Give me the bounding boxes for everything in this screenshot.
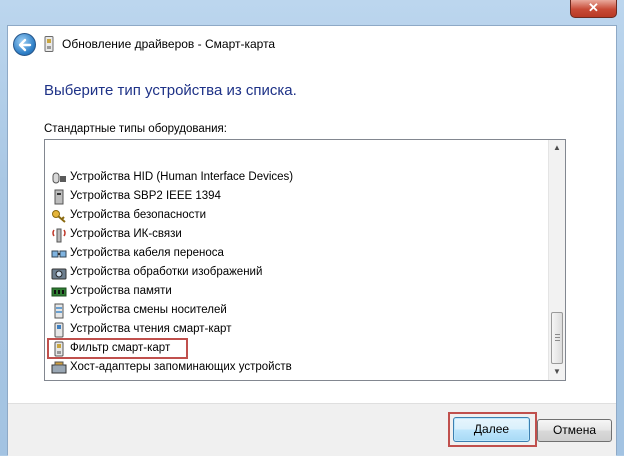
camera-icon [51, 268, 67, 280]
list-item-label: Устройства ИК-связи [70, 228, 182, 240]
list-item-label: Устройства чтения смарт-карт [70, 323, 232, 335]
smartcard-device-icon [44, 36, 54, 52]
list-item[interactable]: Фильтр смарт-карт [47, 338, 188, 359]
list-item-label: Устройства обработки изображений [70, 266, 263, 278]
media-changer-icon [54, 303, 64, 319]
wizard-header: Обновление драйверов - Смарт-карта [8, 26, 616, 62]
list-item-label: Устройства HID (Human Interface Devices) [70, 171, 294, 183]
list-item-label: Хост-адаптеры запоминающих устройств [70, 361, 292, 373]
infrared-icon [52, 228, 66, 243]
list-item-label: Устройства памяти [70, 285, 172, 297]
list-item-label: Фильтр смарт-карт [70, 342, 171, 354]
next-button[interactable]: Далее [453, 417, 530, 442]
list-item-label: Хост-контроллеры шины IEEE 1394 [70, 380, 261, 381]
scroll-down-button[interactable]: ▼ [549, 364, 565, 380]
list-item-label: Устройства безопасности [70, 209, 207, 221]
device-types-label: Стандартные типы оборудования: [44, 123, 227, 135]
list-item[interactable]: Устройства безопасности [48, 206, 545, 225]
sbp2-device-icon [54, 189, 64, 205]
list-item[interactable]: Устройства кабеля переноса [48, 244, 545, 263]
list-item[interactable]: Устройства SBP2 IEEE 1394 [48, 187, 545, 206]
list-item-label: Устройства кабеля переноса [70, 247, 224, 259]
smartcard-filter-icon [54, 341, 64, 357]
list-item[interactable]: Устройства HID (Human Interface Devices) [48, 168, 545, 187]
list-item[interactable]: Устройства обработки изображений [48, 263, 545, 282]
ieee1394-controller-icon [51, 379, 67, 381]
list-item[interactable]: Хост-адаптеры запоминающих устройств [48, 358, 545, 377]
scroll-up-button[interactable]: ▲ [549, 140, 565, 156]
list-item[interactable]: Устройства смены носителей [48, 301, 545, 320]
device-types-list[interactable]: Устройства HID (Human Interface Devices)… [44, 139, 566, 381]
list-item[interactable]: Устройства памяти [48, 282, 545, 301]
window-frame: ✕ Обновление драйверов - Смарт-карта Выб… [0, 0, 624, 456]
security-key-icon [52, 210, 66, 223]
page-heading: Выберите тип устройства из списка. [44, 82, 297, 99]
list-item[interactable]: Устройства ИК-связи [48, 225, 545, 244]
scroll-thumb[interactable] [551, 312, 563, 364]
back-button[interactable] [13, 33, 36, 56]
wizard-content: Обновление драйверов - Смарт-карта Выбер… [7, 25, 617, 456]
storage-adapter-icon [51, 361, 67, 374]
list-scrollbar[interactable]: ▲ ▼ [548, 140, 565, 380]
memory-icon [51, 287, 67, 297]
window-title: Обновление драйверов - Смарт-карта [62, 37, 276, 51]
hid-device-icon [52, 172, 66, 184]
cancel-button[interactable]: Отмена [537, 419, 612, 442]
close-icon: ✕ [588, 0, 599, 15]
close-window-button[interactable]: ✕ [570, 0, 617, 18]
list-item-label: Устройства SBP2 IEEE 1394 [70, 190, 221, 202]
list-item[interactable]: Хост-контроллеры шины IEEE 1394 [48, 377, 545, 381]
list-item[interactable]: Устройства чтения смарт-карт [48, 320, 545, 339]
list-item-label: Устройства смены носителей [70, 304, 227, 316]
smartcard-reader-icon [54, 322, 64, 338]
back-arrow-icon [18, 38, 32, 52]
wizard-footer: Далее Отмена [8, 403, 616, 456]
transfer-cable-icon [51, 250, 67, 258]
